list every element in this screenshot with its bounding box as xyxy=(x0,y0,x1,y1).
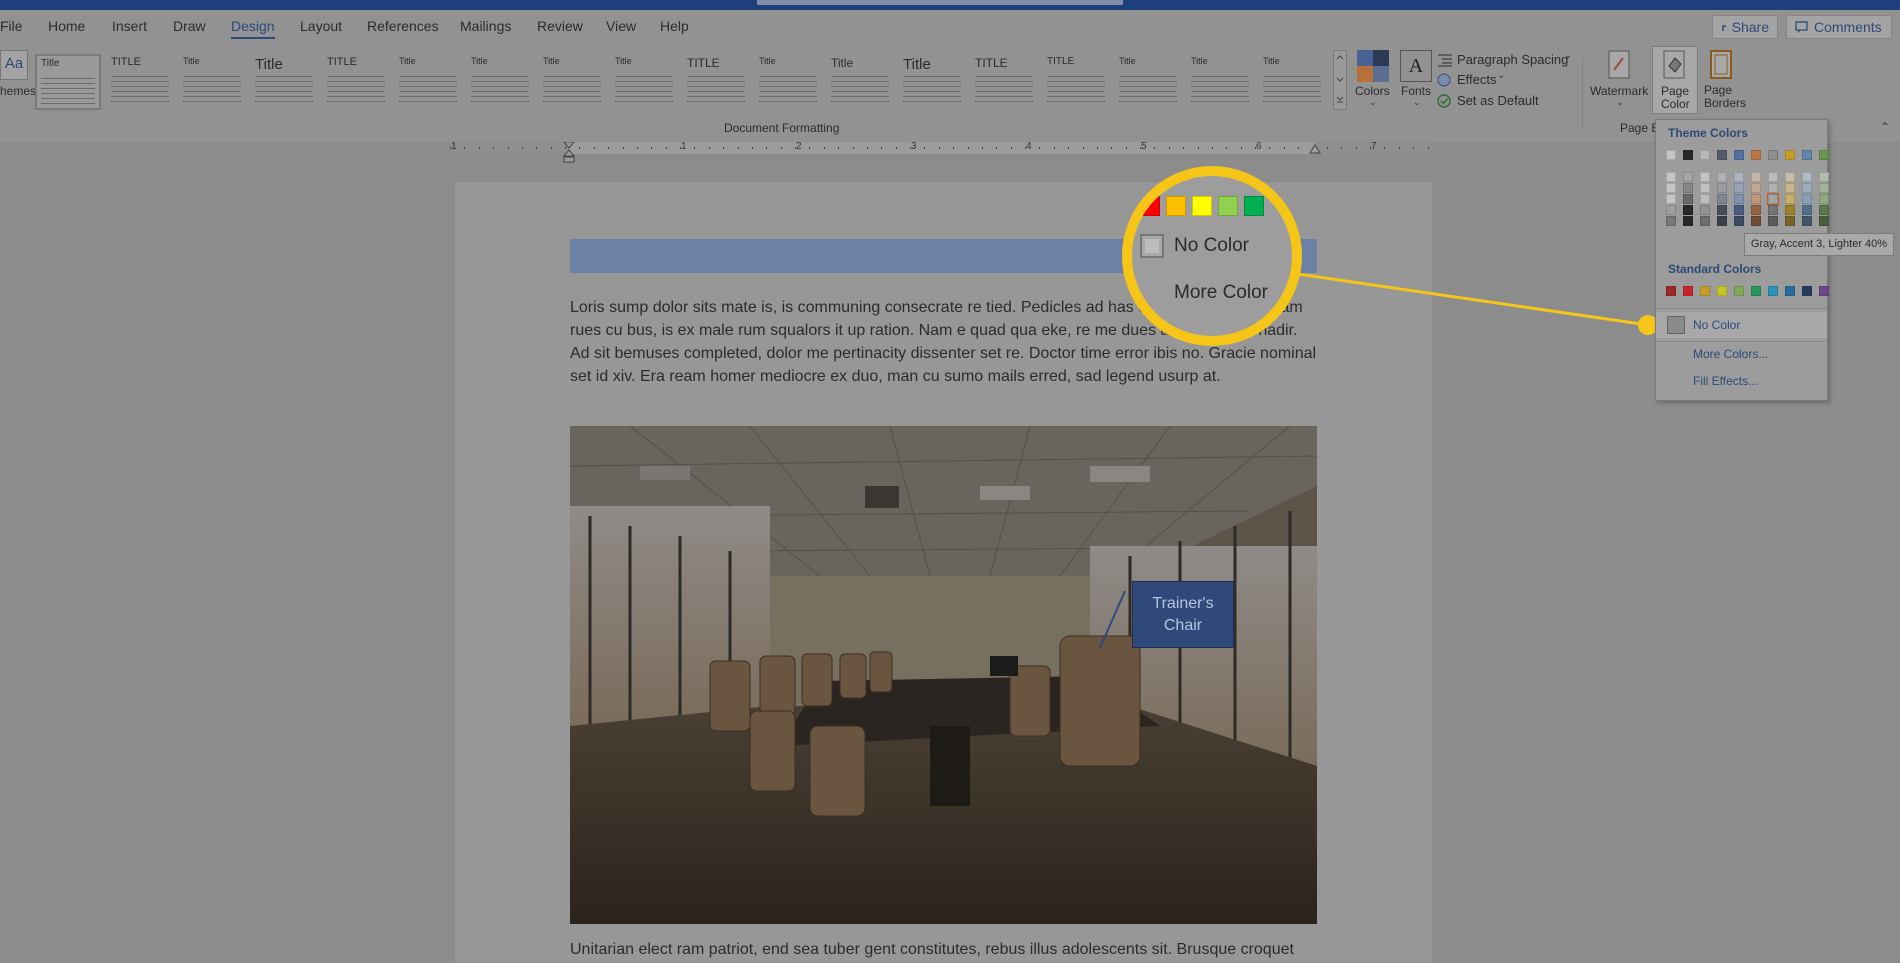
standard-color-swatch[interactable] xyxy=(1666,286,1676,296)
menu-separator xyxy=(1656,308,1827,309)
theme-color-shade-swatch[interactable] xyxy=(1700,216,1710,226)
theme-color-grid xyxy=(1666,150,1829,240)
theme-color-shade-swatch[interactable] xyxy=(1734,172,1744,182)
theme-color-swatch[interactable] xyxy=(1802,150,1812,160)
theme-color-shade-swatch[interactable] xyxy=(1683,194,1693,204)
standard-color-swatch[interactable] xyxy=(1734,286,1744,296)
theme-color-swatch[interactable] xyxy=(1683,150,1693,160)
magnified-color-swatch xyxy=(1166,196,1186,216)
standard-color-swatch[interactable] xyxy=(1819,286,1829,296)
theme-color-shade-swatch[interactable] xyxy=(1717,194,1727,204)
theme-color-swatch[interactable] xyxy=(1785,150,1795,160)
magnified-color-swatch xyxy=(1192,196,1212,216)
more-colors-label: More Colors... xyxy=(1693,347,1769,361)
theme-color-shade-swatch[interactable] xyxy=(1751,183,1761,193)
theme-color-shade-swatch[interactable] xyxy=(1751,205,1761,215)
theme-color-shade-swatch[interactable] xyxy=(1819,183,1829,193)
theme-color-swatch[interactable] xyxy=(1768,150,1778,160)
standard-color-swatch[interactable] xyxy=(1751,286,1761,296)
theme-color-swatch[interactable] xyxy=(1734,150,1744,160)
theme-color-shade-swatch[interactable] xyxy=(1734,216,1744,226)
theme-color-shade-swatch[interactable] xyxy=(1700,183,1710,193)
theme-color-shade-swatch[interactable] xyxy=(1700,172,1710,182)
magnified-more-colors-label: More Color xyxy=(1174,282,1268,303)
theme-color-shade-swatch[interactable] xyxy=(1666,183,1676,193)
theme-color-shade-swatch[interactable] xyxy=(1785,172,1795,182)
zoom-magnifier: No Color More Color xyxy=(1122,166,1302,346)
theme-color-shade-swatch[interactable] xyxy=(1700,194,1710,204)
theme-color-shade-swatch[interactable] xyxy=(1819,172,1829,182)
theme-color-shade-swatch[interactable] xyxy=(1717,216,1727,226)
theme-color-shade-swatch[interactable] xyxy=(1717,183,1727,193)
theme-color-shade-swatch[interactable] xyxy=(1819,205,1829,215)
standard-color-swatch[interactable] xyxy=(1768,286,1778,296)
theme-color-shade-swatch[interactable] xyxy=(1666,205,1676,215)
no-color-swatch-icon xyxy=(1667,316,1685,334)
standard-color-swatch[interactable] xyxy=(1717,286,1727,296)
magnified-no-color-label: No Color xyxy=(1174,235,1249,256)
standard-color-swatch[interactable] xyxy=(1700,286,1710,296)
theme-color-swatch[interactable] xyxy=(1666,150,1676,160)
theme-color-shade-swatch[interactable] xyxy=(1768,172,1778,182)
theme-color-shade-swatch[interactable] xyxy=(1768,183,1778,193)
magnified-color-swatch xyxy=(1218,196,1238,216)
standard-color-swatch[interactable] xyxy=(1683,286,1693,296)
standard-color-swatch[interactable] xyxy=(1785,286,1795,296)
theme-color-shade-swatch[interactable] xyxy=(1683,205,1693,215)
theme-color-swatch[interactable] xyxy=(1700,150,1710,160)
theme-color-shade-swatch[interactable] xyxy=(1734,183,1744,193)
theme-color-shade-swatch[interactable] xyxy=(1683,216,1693,226)
page-color-menu: Theme Colors Standard Colors No Color Mo… xyxy=(1655,119,1829,401)
no-color-label: No Color xyxy=(1693,318,1741,332)
theme-color-swatch[interactable] xyxy=(1751,150,1761,160)
theme-color-shade-swatch[interactable] xyxy=(1734,194,1744,204)
theme-color-shade-swatch[interactable] xyxy=(1751,216,1761,226)
theme-color-shade-swatch[interactable] xyxy=(1802,172,1812,182)
magnified-color-swatch xyxy=(1140,196,1160,216)
theme-color-swatch[interactable] xyxy=(1819,150,1829,160)
theme-color-shade-swatch[interactable] xyxy=(1666,172,1676,182)
magnified-color-swatch xyxy=(1244,196,1264,216)
theme-color-swatch[interactable] xyxy=(1717,150,1727,160)
theme-color-shade-swatch[interactable] xyxy=(1785,216,1795,226)
theme-color-shade-swatch[interactable] xyxy=(1802,205,1812,215)
theme-color-shade-swatch[interactable] xyxy=(1767,193,1779,205)
theme-color-shade-swatch[interactable] xyxy=(1717,205,1727,215)
magnified-swatches xyxy=(1132,196,1292,216)
fill-effects-menu-item[interactable]: Fill Effects... xyxy=(1656,368,1827,394)
theme-color-shade-swatch[interactable] xyxy=(1819,216,1829,226)
theme-color-shade-swatch[interactable] xyxy=(1666,216,1676,226)
theme-color-shade-swatch[interactable] xyxy=(1819,194,1829,204)
no-color-menu-item[interactable]: No Color xyxy=(1656,312,1827,338)
fill-effects-label: Fill Effects... xyxy=(1693,374,1759,388)
theme-color-shade-swatch[interactable] xyxy=(1802,183,1812,193)
theme-color-shade-swatch[interactable] xyxy=(1734,205,1744,215)
color-tooltip: Gray, Accent 3, Lighter 40% xyxy=(1744,233,1894,256)
theme-color-shade-swatch[interactable] xyxy=(1768,205,1778,215)
standard-color-row xyxy=(1666,286,1829,298)
standard-colors-heading: Standard Colors xyxy=(1668,262,1762,276)
theme-color-shade-swatch[interactable] xyxy=(1700,205,1710,215)
theme-color-shade-swatch[interactable] xyxy=(1666,194,1676,204)
theme-colors-heading: Theme Colors xyxy=(1668,126,1749,140)
theme-color-shade-swatch[interactable] xyxy=(1683,172,1693,182)
theme-color-shade-swatch[interactable] xyxy=(1785,183,1795,193)
theme-color-shade-swatch[interactable] xyxy=(1683,183,1693,193)
theme-color-shade-swatch[interactable] xyxy=(1751,172,1761,182)
theme-color-shade-swatch[interactable] xyxy=(1717,172,1727,182)
theme-color-shade-swatch[interactable] xyxy=(1802,194,1812,204)
standard-color-swatch[interactable] xyxy=(1802,286,1812,296)
theme-color-shade-swatch[interactable] xyxy=(1751,194,1761,204)
more-colors-menu-item[interactable]: More Colors... xyxy=(1656,341,1827,367)
theme-color-shade-swatch[interactable] xyxy=(1768,216,1778,226)
magnified-no-color-swatch xyxy=(1140,234,1164,258)
theme-color-shade-swatch[interactable] xyxy=(1785,205,1795,215)
theme-color-shade-swatch[interactable] xyxy=(1802,216,1812,226)
theme-color-shade-swatch[interactable] xyxy=(1785,194,1795,204)
zoom-connector-line xyxy=(1269,268,1658,335)
